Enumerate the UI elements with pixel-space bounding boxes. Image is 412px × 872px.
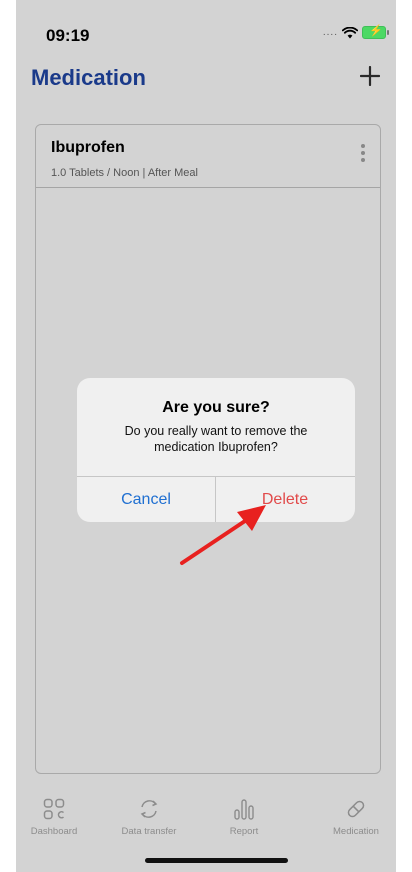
add-medication-button[interactable]	[356, 61, 384, 91]
bar-chart-icon	[234, 799, 254, 820]
tab-label: Dashboard	[30, 826, 78, 837]
tab-label: Report	[229, 826, 259, 837]
tab-medication[interactable]: Medication	[318, 798, 394, 837]
home-indicator	[145, 858, 288, 863]
medication-detail: 1.0 Tablets / Noon | After Meal	[51, 167, 198, 179]
tab-label: Data transfer	[121, 826, 177, 837]
plus-icon	[359, 65, 381, 87]
medication-name: Ibuprofen	[51, 139, 125, 156]
dialog-title: Are you sure?	[162, 399, 270, 416]
status-time: 09:19	[46, 26, 90, 45]
page-title: Medication	[31, 65, 146, 90]
pill-icon	[347, 800, 365, 818]
phone-screen: 09:19 .... ⚡ Medication Ibuprofen 1.0 Ta…	[16, 0, 396, 872]
status-icons: .... ⚡	[322, 25, 389, 39]
grid-icon	[43, 798, 65, 820]
tab-label: Medication	[333, 826, 379, 837]
delete-button[interactable]: Delete	[216, 477, 354, 522]
sync-icon	[140, 800, 158, 818]
cancel-button[interactable]: Cancel	[77, 477, 215, 522]
list-item[interactable]: Ibuprofen 1.0 Tablets / Noon | After Mea…	[36, 125, 380, 188]
dialog-message: Do you really want to remove the medicat…	[124, 424, 308, 454]
tab-data-transfer[interactable]: Data transfer	[111, 798, 187, 837]
status-bar: 09:19 .... ⚡	[16, 0, 396, 60]
battery-charging-icon: ⚡	[362, 25, 389, 39]
tab-report[interactable]: Report	[206, 798, 282, 837]
confirm-delete-dialog: Are you sure? Do you really want to remo…	[77, 378, 355, 522]
wifi-icon	[342, 26, 358, 38]
more-options-icon[interactable]	[358, 141, 368, 171]
tab-dashboard[interactable]: Dashboard	[16, 798, 92, 837]
signal-icon: ....	[322, 27, 338, 38]
